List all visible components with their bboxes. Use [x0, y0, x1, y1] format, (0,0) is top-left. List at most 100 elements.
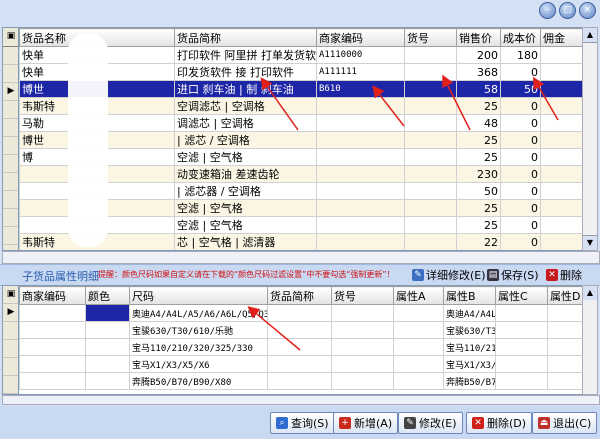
table-cell[interactable]	[404, 182, 457, 200]
table-cell[interactable]	[85, 338, 130, 356]
query-button[interactable]: ⌕ 查询(S)	[270, 412, 335, 434]
table-row[interactable]: 宝骏630/T30/610/乐驰 宝骏630/T30/	[19, 321, 587, 339]
table-cell[interactable]	[393, 338, 444, 356]
table-row[interactable]: 宝马X1/X3/X5/X6 宝马X1/X3/X5	[19, 355, 587, 373]
table-cell[interactable]: 48	[456, 114, 501, 132]
table-cell[interactable]: 调滤芯 | 空调格	[174, 114, 317, 132]
table-cell[interactable]: 0	[500, 131, 541, 149]
table-cell[interactable]: 25	[456, 216, 501, 234]
table-cell[interactable]: 奥迪A4/A4L/A	[443, 304, 496, 322]
table-cell[interactable]	[495, 355, 548, 373]
table-cell[interactable]	[495, 321, 548, 339]
table-cell[interactable]: 动变速箱油 差速齿轮	[174, 165, 317, 183]
table-cell[interactable]	[404, 97, 457, 115]
table-cell[interactable]	[267, 355, 332, 373]
table-cell[interactable]	[316, 148, 405, 166]
sub-grid-vscrollbar[interactable]: ▲	[582, 285, 598, 395]
col-header[interactable]: 属性B	[443, 286, 496, 305]
table-cell[interactable]: 230	[456, 165, 501, 183]
table-cell[interactable]	[540, 97, 587, 115]
col-header[interactable]: 属性A	[393, 286, 444, 305]
table-cell[interactable]	[404, 165, 457, 183]
minimize-icon[interactable]: –	[539, 2, 556, 19]
table-cell[interactable]	[316, 114, 405, 132]
col-header[interactable]: 属性D	[547, 286, 586, 305]
table-row[interactable]: 奥迪A4/A4L/A5/A6/A6L/Q5/Q3 奥迪A4/A4L/A	[19, 304, 587, 322]
table-cell[interactable]: 宝马X1/X3/X5	[443, 355, 496, 373]
table-cell[interactable]: 25	[456, 131, 501, 149]
table-cell[interactable]	[547, 321, 586, 339]
table-cell[interactable]: A111111	[316, 63, 405, 81]
table-cell[interactable]	[393, 321, 444, 339]
table-cell[interactable]	[19, 355, 86, 373]
add-button[interactable]: + 新增(A)	[333, 412, 399, 434]
table-cell[interactable]	[547, 304, 586, 322]
table-cell[interactable]: 50	[456, 182, 501, 200]
table-cell[interactable]	[404, 216, 457, 234]
col-header[interactable]: 货品简称	[267, 286, 332, 305]
table-cell[interactable]: 宝骏630/T30/610/乐驰	[129, 321, 268, 339]
table-cell[interactable]	[393, 355, 444, 373]
table-cell[interactable]: | 滤芯 / 空调格	[174, 131, 317, 149]
table-cell[interactable]: 奔腾B50/B70/B90/X80	[129, 372, 268, 390]
table-cell[interactable]	[540, 148, 587, 166]
col-header[interactable]: 颜色	[85, 286, 130, 305]
table-cell[interactable]: A1110000	[316, 46, 405, 64]
col-header[interactable]: 成本价	[500, 28, 541, 47]
table-cell[interactable]	[316, 216, 405, 234]
table-cell[interactable]	[331, 372, 394, 390]
col-header[interactable]: 商家编码	[316, 28, 405, 47]
table-cell[interactable]	[540, 114, 587, 132]
table-cell[interactable]	[316, 131, 405, 149]
table-cell[interactable]: 宝马110/210/	[443, 338, 496, 356]
table-cell[interactable]: 25	[456, 97, 501, 115]
restore-icon[interactable]: □	[559, 2, 576, 19]
col-header[interactable]: 商家编码	[19, 286, 86, 305]
table-cell[interactable]	[316, 165, 405, 183]
grid-settings-icon[interactable]: ▣	[3, 286, 19, 304]
table-cell[interactable]	[404, 233, 457, 250]
table-cell[interactable]	[540, 233, 587, 250]
table-cell[interactable]	[404, 148, 457, 166]
table-cell[interactable]: 25	[456, 148, 501, 166]
table-cell[interactable]: B610	[316, 80, 405, 98]
table-cell[interactable]	[85, 372, 130, 390]
table-row[interactable]: 宝马110/210/320/325/330 宝马110/210/	[19, 338, 587, 356]
table-cell[interactable]	[540, 216, 587, 234]
table-cell[interactable]: 空滤 | 空气格	[174, 148, 317, 166]
table-cell[interactable]	[19, 304, 86, 322]
table-cell[interactable]: 空滤 | 空气格	[174, 199, 317, 217]
table-cell[interactable]	[495, 304, 548, 322]
table-cell[interactable]: 奥迪A4/A4L/A5/A6/A6L/Q5/Q3	[129, 304, 268, 322]
table-row[interactable]: 奔腾B50/B70/B90/X80 奔腾B50/B70/	[19, 372, 587, 390]
scroll-up-icon[interactable]: ▲	[583, 286, 597, 300]
table-cell[interactable]	[404, 80, 457, 98]
table-cell[interactable]: 宝马X1/X3/X5/X6	[129, 355, 268, 373]
table-cell[interactable]	[19, 321, 86, 339]
col-header[interactable]: 销售价	[456, 28, 501, 47]
table-cell[interactable]: 奔腾B50/B70/	[443, 372, 496, 390]
table-cell[interactable]	[495, 372, 548, 390]
top-grid-hscrollbar[interactable]	[2, 251, 600, 264]
close-icon[interactable]: ×	[579, 2, 596, 19]
table-cell[interactable]	[393, 372, 444, 390]
table-cell[interactable]: 进口 刹车油 | 制 刹车油	[174, 80, 317, 98]
table-cell[interactable]	[316, 182, 405, 200]
col-header[interactable]: 货品简称	[174, 28, 317, 47]
table-cell[interactable]: 22	[456, 233, 501, 250]
exit-button[interactable]: ⏏ 退出(C)	[532, 412, 598, 434]
table-cell[interactable]	[404, 131, 457, 149]
col-header[interactable]: 属性C	[495, 286, 548, 305]
col-header[interactable]: 尺码	[129, 286, 268, 305]
table-cell[interactable]: 180	[500, 46, 541, 64]
table-cell[interactable]: 0	[500, 97, 541, 115]
col-header[interactable]: 佣金	[540, 28, 587, 47]
table-cell[interactable]	[495, 338, 548, 356]
table-cell[interactable]	[331, 338, 394, 356]
table-cell[interactable]	[540, 46, 587, 64]
table-cell[interactable]	[547, 355, 586, 373]
table-cell[interactable]	[404, 46, 457, 64]
table-cell[interactable]: 0	[500, 216, 541, 234]
sub-grid-hscrollbar[interactable]	[2, 395, 600, 405]
table-cell[interactable]	[19, 372, 86, 390]
